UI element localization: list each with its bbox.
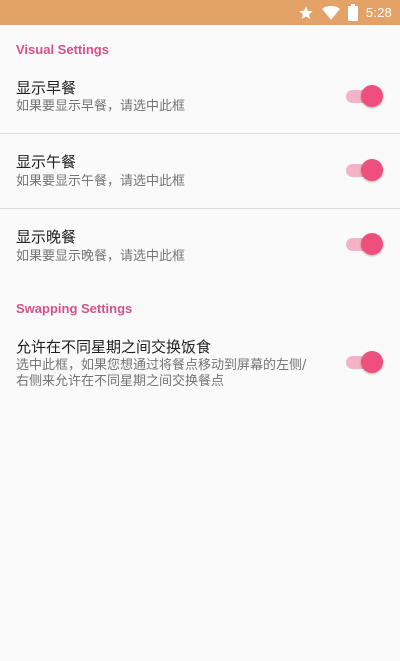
wifi-icon	[321, 5, 340, 21]
pref-title: 显示午餐	[16, 153, 77, 171]
section-header-swapping: Swapping Settings	[16, 301, 133, 316]
lunch-switch[interactable]	[344, 159, 384, 181]
pref-title: 显示晚餐	[16, 228, 77, 246]
pref-allow-swap-weeks[interactable]: 允许在不同星期之间交换饭食 选中此框，如果您想通过将餐点移动到屏幕的左侧/右侧来…	[0, 325, 400, 405]
pref-show-breakfast[interactable]: 显示早餐 如果要显示早餐，请选中此框	[0, 70, 400, 133]
switch-thumb	[361, 233, 383, 255]
status-time: 5:28	[365, 5, 392, 20]
settings-screen: Visual Settings 显示早餐 如果要显示早餐，请选中此框 显示午餐 …	[0, 25, 400, 661]
pref-show-dinner[interactable]: 显示晚餐 如果要显示晚餐，请选中此框	[0, 209, 400, 283]
swap-switch[interactable]	[344, 351, 384, 373]
pref-summary: 选中此框，如果您想通过将餐点移动到屏幕的左侧/右侧来允许在不同星期之间交换餐点	[16, 358, 307, 389]
breakfast-switch[interactable]	[344, 85, 384, 107]
pref-summary: 如果要显示早餐，请选中此框	[16, 99, 186, 114]
dinner-switch[interactable]	[344, 233, 384, 255]
pref-summary: 如果要显示晚餐，请选中此框	[16, 249, 186, 264]
status-bar: 5:28	[0, 0, 400, 25]
pref-summary: 如果要显示午餐，请选中此框	[16, 174, 186, 189]
pref-title: 显示早餐	[16, 79, 77, 97]
battery-icon	[347, 4, 358, 21]
switch-thumb	[361, 85, 383, 107]
section-header-visual: Visual Settings	[16, 42, 109, 57]
switch-thumb	[361, 351, 383, 373]
switch-thumb	[361, 159, 383, 181]
star-icon	[298, 5, 314, 21]
pref-title: 允许在不同星期之间交换饭食	[16, 338, 212, 356]
pref-show-lunch[interactable]: 显示午餐 如果要显示午餐，请选中此框	[0, 134, 400, 208]
